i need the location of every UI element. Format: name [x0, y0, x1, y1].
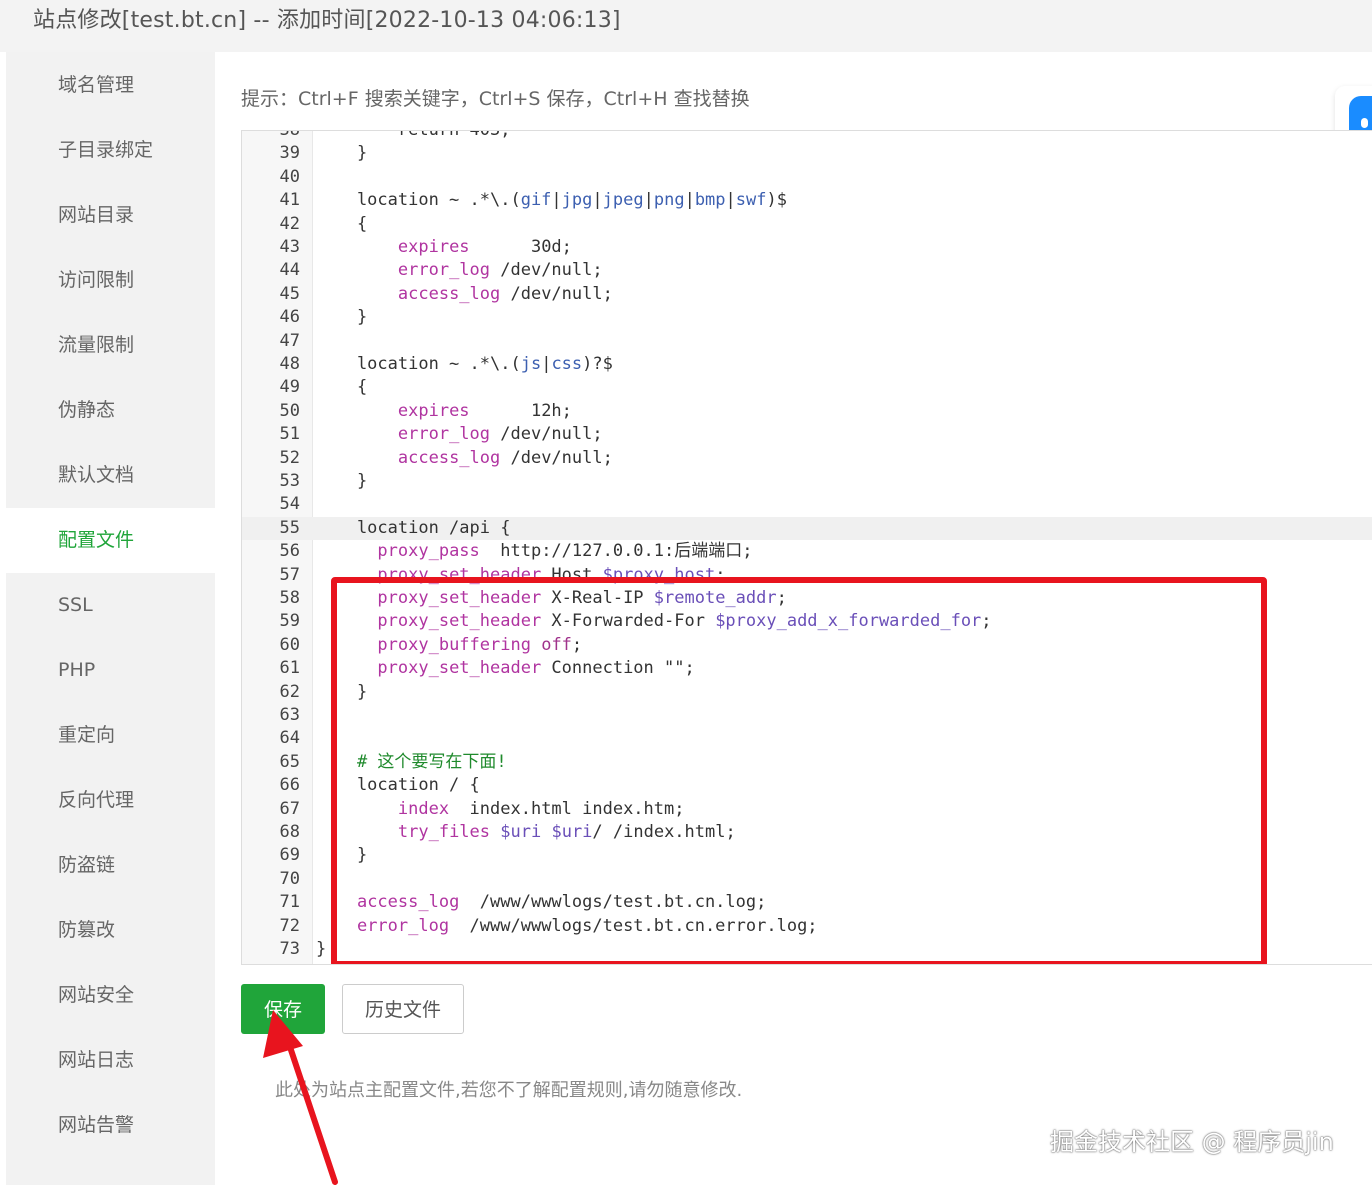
sidebar: 域名管理 子目录绑定 网站目录 访问限制 流量限制 伪静态 默认文档 配置文件 SSL PHP 重定… — [6, 52, 215, 1185]
history-files-button[interactable]: 历史文件 — [342, 984, 464, 1034]
sidebar-item[interactable]: 防盗链 — [6, 833, 215, 898]
code-line: 44 error_log /dev/null; — [242, 259, 1372, 282]
code-text: expires 12h; — [397, 400, 572, 421]
code-line: 38 return 403; — [242, 130, 1372, 142]
code-text: { — [316, 377, 368, 398]
sidebar-item[interactable]: 默认文档 — [6, 443, 215, 508]
code-text: error_log /dev/null; — [397, 260, 603, 281]
sidebar-item[interactable]: 域名管理 — [6, 53, 215, 118]
code-line: 45 access_log /dev/null; — [242, 283, 1372, 306]
line-number: 70 — [279, 868, 300, 889]
sidebar-item[interactable]: SSL — [6, 573, 215, 638]
sidebar-item[interactable]: 访问限制 — [6, 248, 215, 313]
code-line: 50 expires 12h; — [242, 400, 1372, 423]
line-number: 67 — [279, 798, 300, 819]
code-text: return 403; — [316, 130, 511, 140]
code-text: } — [316, 471, 368, 491]
line-number: 41 — [279, 190, 300, 211]
watermark: 掘金技术社区 @ 程序员jin — [1050, 1128, 1334, 1156]
line-number: 60 — [279, 634, 300, 655]
window-titlebar: 站点修改[test.bt.cn] -- 添加时间[2022-10-13 04:0… — [0, 0, 1372, 52]
line-number: 71 — [279, 892, 300, 913]
line-number: 61 — [279, 658, 300, 679]
code-line: 39 } — [242, 142, 1372, 165]
code-line: 52 access_log /dev/null; — [242, 447, 1372, 470]
line-number: 48 — [279, 354, 300, 374]
sidebar-item[interactable]: 网站告警 — [6, 1093, 215, 1158]
code-text: } — [316, 143, 368, 164]
line-number: 44 — [279, 260, 300, 281]
code-line: 46 } — [242, 306, 1372, 329]
line-number: 47 — [279, 330, 300, 351]
red-arrow-annotation — [263, 1010, 338, 1185]
line-number: 52 — [279, 447, 300, 468]
line-number: 38 — [279, 130, 300, 140]
line-number: 51 — [279, 424, 300, 445]
line-number: 59 — [279, 611, 300, 632]
line-number: 62 — [279, 681, 300, 702]
line-number: 42 — [279, 213, 300, 234]
line-number: 56 — [279, 541, 300, 562]
code-text: } — [316, 939, 327, 959]
window-title: 站点修改[test.bt.cn] -- 添加时间[2022-10-13 04:0… — [33, 8, 621, 33]
sidebar-item[interactable]: 重定向 — [6, 703, 215, 768]
line-number: 66 — [279, 775, 300, 796]
code-line: 49 { — [242, 376, 1372, 399]
sidebar-item[interactable]: 子目录绑定 — [6, 118, 215, 183]
line-number: 57 — [279, 564, 300, 585]
line-number: 49 — [279, 377, 300, 398]
sidebar-item[interactable]: 流量限制 — [6, 313, 215, 378]
sidebar-item[interactable]: 防篡改 — [6, 898, 215, 963]
sidebar-item[interactable]: 网站安全 — [6, 963, 215, 1028]
sidebar-item[interactable]: 伪静态 — [6, 378, 215, 443]
line-number: 50 — [279, 400, 300, 421]
line-number: 64 — [279, 728, 300, 749]
code-text: access_log /dev/null; — [397, 447, 613, 468]
line-number: 72 — [279, 915, 300, 936]
code-text: location ~ .*\.(js|css)?$ — [316, 354, 613, 374]
sidebar-item[interactable]: PHP — [6, 638, 215, 703]
code-line: 48 location ~ .*\.(js|css)?$ — [242, 353, 1372, 376]
line-number: 54 — [279, 494, 300, 515]
code-line: 43 expires 30d; — [242, 236, 1372, 259]
code-line: 40 — [242, 166, 1372, 189]
main-panel: 提示：Ctrl+F 搜索关键字，Ctrl+S 保存，Ctrl+H 查找替换 38… — [215, 52, 1372, 1185]
line-number: 65 — [279, 751, 300, 772]
line-number: 63 — [279, 705, 300, 725]
line-number: 58 — [279, 588, 300, 608]
sidebar-item[interactable]: 反向代理 — [6, 768, 215, 833]
line-number: 55 — [279, 517, 300, 538]
code-text: } — [316, 307, 368, 328]
editor-hint: 提示：Ctrl+F 搜索关键字，Ctrl+S 保存，Ctrl+H 查找替换 — [241, 88, 750, 110]
code-text: access_log /dev/null; — [397, 283, 613, 304]
line-number: 73 — [279, 939, 300, 959]
code-text: { — [316, 213, 368, 234]
code-line: 42 { — [242, 213, 1372, 236]
line-number: 53 — [279, 471, 300, 491]
line-number: 43 — [279, 237, 300, 257]
sidebar-item[interactable]: 网站目录 — [6, 183, 215, 248]
sidebar-item[interactable]: 网站日志 — [6, 1028, 215, 1093]
highlight-annotation-box — [331, 577, 1267, 964]
line-number: 69 — [279, 845, 300, 866]
line-number: 46 — [279, 307, 300, 328]
code-line: 47 — [242, 330, 1372, 353]
code-line: 51 error_log /dev/null; — [242, 423, 1372, 446]
line-number: 39 — [279, 143, 300, 164]
sidebar-item[interactable]: 配置文件 — [6, 508, 215, 573]
code-line: 41 location ~ .*\.(gif|jpg|jpeg|png|bmp|… — [242, 189, 1372, 212]
code-line: 53 } — [242, 470, 1372, 493]
code-editor[interactable]: 38 return 403; 39 } 40 41 location ~ .*\.(g… — [241, 130, 1372, 965]
code-text: proxy_pass http://127.0.0.1:后端端口; — [377, 541, 753, 562]
line-number: 45 — [279, 283, 300, 304]
code-text: location /api { — [316, 517, 511, 538]
code-text: error_log /dev/null; — [397, 424, 603, 445]
code-line: 56 proxy_pass http://127.0.0.1:后端端口; — [242, 540, 1372, 563]
line-number: 40 — [279, 166, 300, 187]
code-text: expires 30d; — [397, 237, 572, 257]
code-line: 55 location /api { — [242, 516, 1372, 541]
code-line: 54 — [242, 493, 1372, 516]
code-text: location ~ .*\.(gif|jpg|jpeg|png|bmp|swf… — [316, 190, 787, 211]
line-number: 68 — [279, 822, 300, 842]
